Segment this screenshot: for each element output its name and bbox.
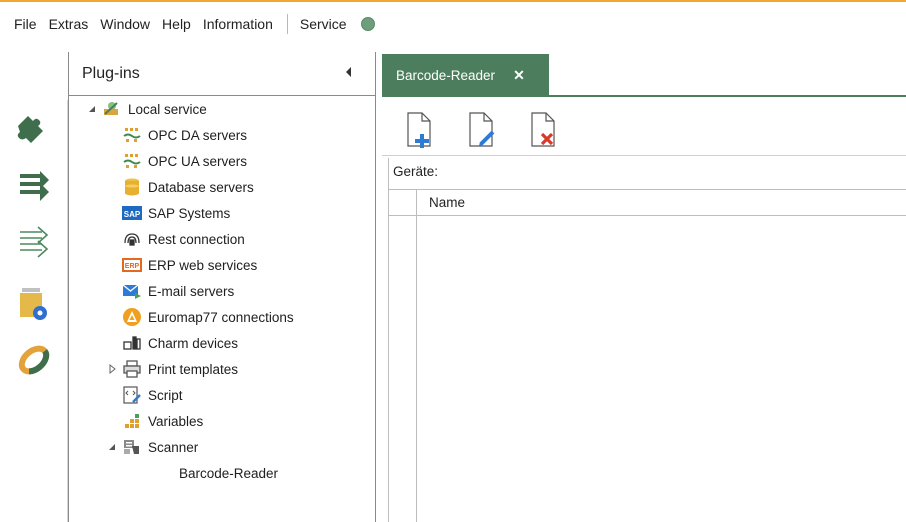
flow-filled-icon[interactable] (8, 160, 60, 212)
sap-icon: SAP (122, 203, 142, 223)
tree-item-label: Barcode-Reader (179, 465, 279, 481)
close-icon[interactable]: ✕ (513, 67, 525, 84)
charm-icon (122, 333, 142, 353)
opc-da-icon (122, 125, 142, 145)
devices-section: Geräte: Name (388, 158, 906, 522)
menu-help[interactable]: Help (162, 16, 191, 32)
activity-bar (0, 100, 68, 522)
tree-item-opc-da-servers[interactable]: OPC DA servers (122, 122, 247, 148)
collapse-panel-icon[interactable] (346, 67, 351, 77)
tree-item-label: Database servers (148, 179, 254, 195)
tree-item-label: E-mail servers (148, 283, 235, 299)
tree-item-label: Charm devices (148, 335, 239, 351)
folder-settings-icon[interactable] (8, 278, 60, 330)
tree-item-label: ERP web services (148, 257, 258, 273)
tree-item-print-templates[interactable]: Print templates (107, 356, 238, 382)
tree-item-label: Print templates (148, 361, 239, 377)
tree-item-label: Script (148, 387, 183, 403)
expanded-arrow-icon[interactable] (107, 442, 117, 452)
column-header-name[interactable]: Name (429, 195, 465, 210)
tree-item-label: Euromap77 connections (148, 309, 294, 325)
tree-item-rest-connection[interactable]: Rest connection (122, 226, 245, 252)
plugins-panel-header: Plug-ins (69, 52, 375, 96)
collapsed-arrow-icon[interactable] (107, 364, 117, 374)
menu-extras[interactable]: Extras (49, 16, 89, 32)
grid-header (389, 190, 906, 216)
tree-item-database-servers[interactable]: Database servers (122, 174, 254, 200)
erp-icon: ERP (122, 255, 142, 275)
menu-file[interactable]: File (14, 16, 37, 32)
tree-item-label: SAP Systems (148, 205, 231, 221)
tab-strip-border (382, 95, 906, 97)
script-icon (122, 385, 142, 405)
printer-icon (122, 359, 142, 379)
plugins-puzzle-icon[interactable] (8, 102, 60, 154)
tree-item-opc-ua-servers[interactable]: OPC UA servers (122, 148, 247, 174)
opc-ua-icon (122, 151, 142, 171)
devices-label: Geräte: (393, 164, 439, 179)
panel-title: Plug-ins (82, 64, 140, 82)
menu-information[interactable]: Information (203, 16, 273, 32)
tree-item-variables[interactable]: Variables (122, 408, 203, 434)
tree-item-scanner[interactable]: Scanner (107, 434, 198, 460)
connection-ring-icon[interactable] (8, 334, 60, 386)
document-toolbar (382, 98, 906, 156)
tree-item-erp-web-services[interactable]: ERP ERP web services (122, 252, 257, 278)
svg-text:SAP: SAP (124, 210, 141, 219)
tree-item-label: Scanner (148, 439, 199, 455)
edit-document-icon[interactable] (464, 110, 500, 150)
menu-service[interactable]: Service (300, 16, 347, 32)
tree-item-email-servers[interactable]: E-mail servers (122, 278, 234, 304)
database-icon (122, 177, 142, 197)
tree-item-label: Local service (128, 101, 207, 117)
devices-grid[interactable]: Name (389, 189, 906, 522)
scanner-icon (122, 437, 142, 457)
tree-item-label: OPC UA servers (148, 153, 248, 169)
tree-item-label: Variables (148, 413, 204, 429)
tree-item-label: OPC DA servers (148, 127, 248, 143)
document-area: Barcode-Reader ✕ Geräte: Name (380, 52, 906, 522)
svg-text:ERP: ERP (125, 263, 140, 270)
variables-icon (122, 411, 142, 431)
tab-label: Barcode-Reader (396, 67, 496, 83)
tree-item-sap-systems[interactable]: SAP SAP Systems (122, 200, 230, 226)
tree-item-label: Rest connection (148, 231, 245, 247)
tree-item-barcode-reader[interactable]: Barcode-Reader (179, 460, 278, 486)
delete-document-icon[interactable] (526, 110, 562, 150)
email-icon (122, 281, 142, 301)
service-status-icon (360, 17, 375, 31)
menu-separator (286, 14, 288, 34)
tree-item-euromap77-connections[interactable]: Euromap77 connections (122, 304, 294, 330)
menu-bar: File Extras Window Help Information Serv… (0, 2, 906, 46)
tree-item-charm-devices[interactable]: Charm devices (122, 330, 238, 356)
tab-barcode-reader[interactable]: Barcode-Reader ✕ (382, 54, 549, 96)
add-document-icon[interactable] (402, 110, 438, 150)
expanded-arrow-icon[interactable] (87, 104, 97, 114)
euromap-icon (122, 307, 142, 327)
grid-row-header (389, 190, 417, 522)
tree-item-script[interactable]: Script (122, 382, 183, 408)
menu-window[interactable]: Window (100, 16, 150, 32)
plugins-panel: Plug-ins Local service OPC DA servers OP… (68, 52, 376, 522)
tree-item-local-service[interactable]: Local service (87, 96, 207, 122)
rest-icon (122, 229, 142, 249)
local-service-icon (102, 99, 122, 119)
flow-outline-icon[interactable] (8, 216, 60, 268)
